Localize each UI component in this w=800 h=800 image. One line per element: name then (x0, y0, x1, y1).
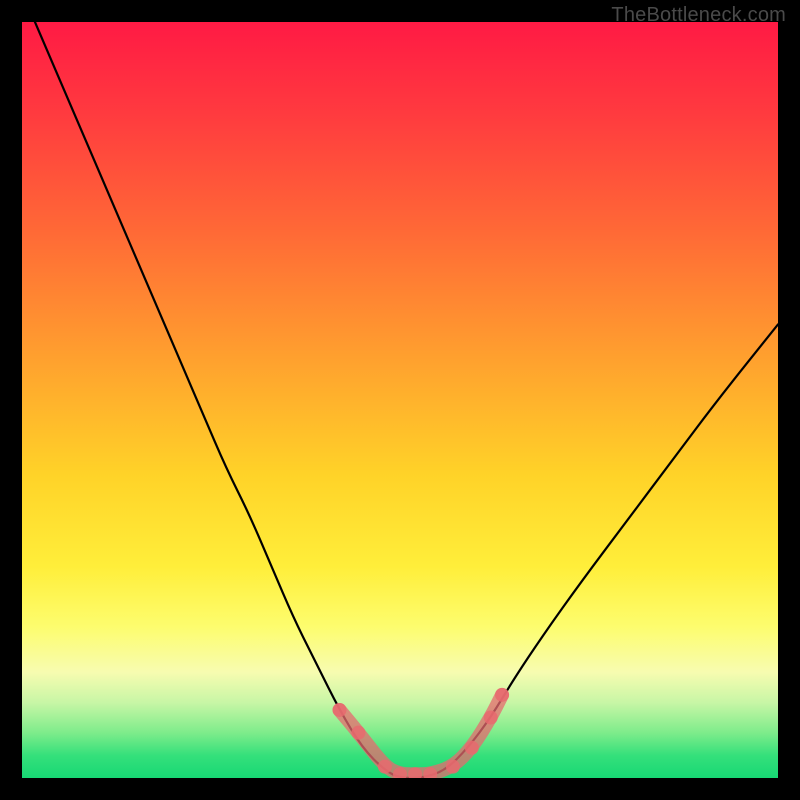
bottleneck-curve (22, 22, 778, 778)
highlight-dot (446, 760, 460, 774)
highlight-dot (495, 688, 509, 702)
highlight-dot (465, 741, 479, 755)
curve-svg (22, 22, 778, 778)
highlight-dot (351, 726, 365, 740)
watermark-text: TheBottleneck.com (611, 4, 786, 27)
highlight-dot (378, 760, 392, 774)
plot-area (22, 22, 778, 778)
highlight-markers (333, 688, 510, 778)
chart-frame: TheBottleneck.com (0, 0, 800, 800)
highlight-dot (333, 703, 347, 717)
highlight-dot (484, 711, 498, 725)
